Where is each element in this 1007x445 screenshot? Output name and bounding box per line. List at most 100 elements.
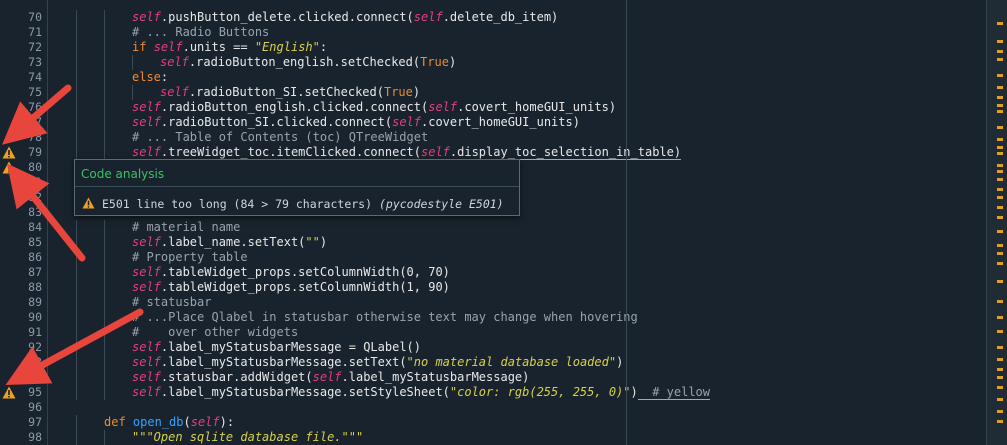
code-line[interactable]: self.tableWidget_props.setColumnWidth(0,…	[132, 265, 450, 280]
code-token: self	[132, 355, 161, 369]
code-token: # ... Radio Buttons	[132, 25, 270, 39]
code-token: .radioButton_english.clicked.connect(	[160, 100, 429, 114]
code-line[interactable]: self.radioButton_SI.clicked.connect(self…	[132, 115, 580, 130]
code-area[interactable]: self .pushButton_delete.clicked.connect(s…	[48, 0, 987, 445]
indent-guide	[132, 55, 133, 70]
code-line[interactable]: # statusbar	[132, 295, 211, 310]
line-number: 77	[28, 115, 42, 129]
code-line[interactable]: self.label_myStatusbarMessage.setText("n…	[132, 355, 623, 370]
indent-guide	[76, 340, 77, 355]
code-editor[interactable]: 70 71 72 73 74 75 76 77 78 79 80 81 82 83 84 85 86 87 88 89…	[0, 0, 1007, 445]
code-token: )	[319, 235, 328, 249]
code-token: .label_myStatusbarMessage)	[341, 370, 530, 384]
line-number-gutter: 70 71 72 73 74 75 76 77 78 79 80 81 82 83 84 85 86 87 88 89…	[0, 0, 47, 445]
indent-guide	[76, 70, 77, 85]
code-line[interactable]: # ...Place Qlabel in statusbar otherwise…	[132, 310, 638, 325]
indent-guide	[132, 85, 133, 100]
indent-guide	[104, 430, 105, 445]
code-line[interactable]: self.label_name.setText("")	[132, 235, 327, 250]
scrollbar-warning-marker	[997, 188, 1003, 191]
warning-icon[interactable]	[2, 146, 16, 159]
code-line[interactable]: self.label_myStatusbarMessage.setStyleSh…	[132, 385, 710, 400]
code-line[interactable]: self.tableWidget_props.setColumnWidth(1,…	[132, 280, 450, 295]
code-token: self	[132, 100, 161, 114]
code-token: .label_name.setText(	[160, 235, 306, 249]
code-line[interactable]: # over other widgets	[132, 325, 298, 340]
code-line[interactable]: self.treeWidget_toc.itemClicked.connect(…	[132, 145, 682, 160]
code-token: # ... Table of Contents (toc) QTreeWidge…	[132, 130, 429, 144]
scrollbar-warning-marker	[997, 110, 1003, 113]
code-line[interactable]: # material name	[132, 220, 240, 235]
scrollbar-warning-marker	[997, 252, 1003, 255]
code-line[interactable]: # ... Table of Contents (toc) QTreeWidge…	[132, 130, 428, 145]
scrollbar-warning-marker	[997, 104, 1003, 107]
scrollbar-warning-marker	[997, 170, 1003, 173]
warning-icon[interactable]	[2, 161, 16, 174]
code-line[interactable]: self.statusbar.addWidget(self.label_mySt…	[132, 370, 529, 385]
code-token: .covert_homeGUI_units)	[457, 100, 617, 114]
code-line[interactable]: def open_db(self):	[104, 415, 234, 430]
line-number: 85	[28, 235, 42, 249]
line-number: 73	[28, 55, 42, 69]
scrollbar-warning-marker	[997, 330, 1003, 333]
scrollbar-warning-marker	[997, 126, 1003, 129]
warning-icon[interactable]	[2, 386, 16, 399]
indent-guide	[76, 370, 77, 385]
code-line[interactable]: # Property table	[132, 250, 248, 265]
code-token: .tableWidget_props.setColumnWidth(1, 90)	[160, 280, 450, 294]
indent-guide	[104, 100, 105, 115]
code-line[interactable]: """Open sqlite database file."""	[132, 430, 363, 445]
code-line[interactable]: self.label_myStatusbarMessage = QLabel()	[132, 340, 421, 355]
code-token: self	[132, 385, 161, 399]
indent-guide	[104, 70, 105, 85]
code-token: .pushButton_delete.clicked.connect(	[160, 10, 414, 24]
indent-guide	[104, 220, 105, 235]
code-line[interactable]: self.pushButton_delete.clicked.connect(s…	[132, 10, 558, 25]
indent-guide	[104, 55, 105, 70]
code-token: "English"	[254, 40, 320, 54]
tooltip-message-text: E501 line too long (84 > 79 characters)	[102, 197, 373, 211]
indent-guide	[76, 55, 77, 70]
code-line[interactable]: self.radioButton_english.setChecked(True…	[160, 55, 456, 70]
indent-guide	[104, 295, 105, 310]
code-line[interactable]: self.radioButton_english.clicked.connect…	[132, 100, 616, 115]
indent-guide	[104, 25, 105, 40]
line-number: 97	[28, 415, 42, 429]
scrollbar-warning-marker	[997, 50, 1003, 53]
tooltip-message: E501 line too long (84 > 79 characters) …	[102, 197, 504, 211]
scrollbar-warning-marker	[997, 358, 1003, 361]
line-number: 88	[28, 280, 42, 294]
code-token: )	[449, 55, 457, 69]
line-number: 70	[28, 10, 42, 24]
indent-guide	[104, 265, 105, 280]
scrollbar-warning-marker	[997, 230, 1003, 233]
code-token: .tableWidget_props.setColumnWidth(0, 70)	[160, 265, 450, 279]
indent-guide	[76, 295, 77, 310]
indent-guide	[76, 220, 77, 235]
scrollbar-warning-marker	[997, 420, 1003, 423]
code-token: self	[312, 370, 342, 384]
code-token: # Property table	[132, 250, 248, 264]
code-token: self	[132, 235, 161, 249]
code-token: :	[160, 70, 169, 84]
code-line[interactable]: self.radioButton_SI.setChecked(True)	[160, 85, 420, 100]
code-line[interactable]: else:	[132, 70, 168, 85]
code-token: )	[412, 85, 421, 99]
vertical-scrollbar[interactable]	[986, 0, 1007, 445]
indent-guide	[104, 280, 105, 295]
code-token: if	[132, 40, 154, 54]
indent-guide	[104, 250, 105, 265]
indent-guide	[76, 235, 77, 250]
code-line[interactable]: if self.units == "English":	[132, 40, 327, 55]
code-token: ""	[305, 235, 320, 249]
code-line[interactable]: # ... Radio Buttons	[132, 25, 269, 40]
line-number: 71	[28, 25, 42, 39]
scrollbar-warning-marker	[997, 58, 1003, 61]
code-token: .statusbar.addWidget(	[160, 370, 313, 384]
indent-guide	[104, 370, 105, 385]
code-token: self	[428, 100, 458, 114]
code-token: .radioButton_english.setChecked(	[188, 55, 421, 69]
code-token: .label_myStatusbarMessage.setStyleSheet(	[160, 385, 450, 399]
scrollbar-warning-marker	[997, 96, 1003, 99]
code-token: self	[160, 55, 189, 69]
